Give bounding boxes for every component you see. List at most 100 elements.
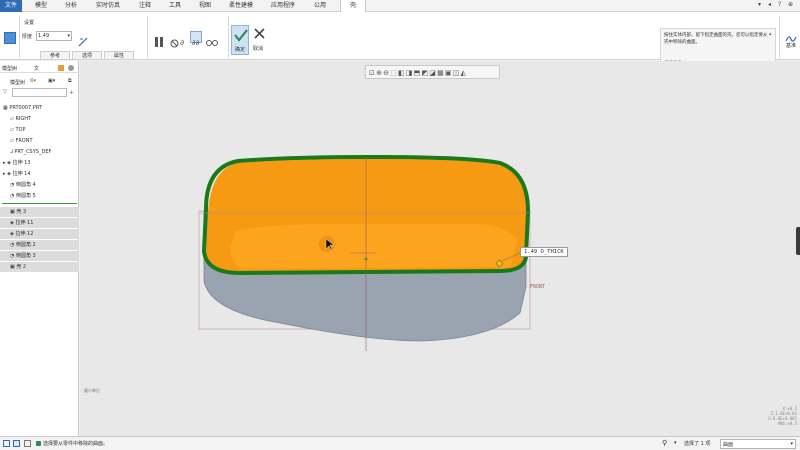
chevron-down-icon[interactable]: ▾ (67, 33, 70, 39)
tab-references[interactable]: 参考 (40, 51, 70, 60)
tree-item-round-3[interactable]: ◔ 倒圆角 3 (0, 251, 79, 261)
help-icon[interactable]: ? (778, 1, 781, 8)
chevron-down-icon[interactable]: ▾ (790, 441, 793, 447)
tree-item-label: 拉伸 13 (12, 160, 31, 166)
tree-item-label: 倒圆角 5 (15, 193, 36, 199)
chevron-right-icon[interactable]: ▸ (0, 171, 6, 177)
tab-options[interactable]: 选项 (72, 51, 102, 60)
menu-tab-shell[interactable]: 壳 (340, 0, 366, 12)
flip-direction-icon[interactable] (78, 32, 88, 51)
extrude-icon: ◈ (10, 220, 14, 226)
tree-filter-icon[interactable]: ▣▾ (48, 78, 55, 84)
menu-tab-flex-modeling[interactable]: 柔性建模 (225, 0, 257, 12)
shell-feature-icon (4, 32, 16, 44)
pause-icon[interactable] (154, 32, 164, 51)
tree-item-round-4[interactable]: ◔ 倒圆角 4 (0, 180, 79, 190)
tree-item-right[interactable]: ▱ RIGHT (0, 114, 79, 124)
tree-item-round-2[interactable]: ◔ 倒圆角 2 (0, 240, 79, 250)
selection-filter-dropdown[interactable]: 曲面 ▾ (720, 439, 796, 449)
side-panel-toggle[interactable] (796, 227, 800, 255)
no-preview-icon[interactable] (170, 33, 179, 52)
tree-item-label: 拉伸 12 (15, 231, 34, 237)
ribbon: 设置 厚度 1.49 ▾ 参考 选项 属性 ∂ ∂∂ 确定 取消 按住实体内部，… (0, 12, 800, 70)
message-status-icon (36, 441, 41, 446)
menu-tab-analysis[interactable]: 分析 (60, 0, 82, 12)
tree-header-label: 模型树 (10, 80, 26, 86)
plane-icon: ▱ (10, 138, 14, 144)
tree-item-label: PRT0007.PRT (9, 105, 43, 111)
filter-icon[interactable]: ▽ (3, 89, 7, 95)
menu-tab-live-sim[interactable]: 实时仿真 (92, 0, 124, 12)
tree-item-label: RIGHT (15, 116, 32, 122)
shell-floor-surface[interactable] (230, 224, 518, 269)
chevron-down-icon[interactable]: ▾ (674, 440, 677, 446)
tab-model-tree[interactable]: 模型树 (2, 65, 17, 72)
tree-item-shell-2[interactable]: ▣ 壳 2 (0, 262, 79, 272)
menu-tab-applications[interactable]: 应用程序 (266, 0, 300, 12)
panel-tabs: 模型树 文 (0, 64, 79, 73)
status-message: 选择要从零件中移除的曲面。 (43, 441, 109, 447)
tree-item-label: 倒圆角 2 (15, 242, 36, 248)
tree-item-label: 拉伸 11 (15, 220, 34, 226)
tree-item-extrude-13[interactable]: ▸ ◈ 拉伸 13 (0, 158, 79, 168)
help-message: 按住实体内部，留下指定曲面的壳。您可以指定要从壳中移除的曲面。 (664, 33, 768, 45)
menu-tab-model[interactable]: 模型 (30, 0, 52, 12)
tree-item-round-5[interactable]: ◔ 倒圆角 5 (0, 191, 79, 201)
datum-label[interactable]: 基准 (786, 42, 796, 49)
notification-icon[interactable]: ◂ (768, 1, 771, 8)
tree-item-shell-3[interactable]: ▣ 壳 3 (0, 207, 79, 217)
svg-text:∂∂: ∂∂ (192, 39, 200, 47)
tree-item-extrude-14[interactable]: ▸ ◈ 拉伸 14 (0, 169, 79, 179)
menu-tab-tools[interactable]: 工具 (164, 0, 186, 12)
tree-item-csys[interactable]: ⅃ PRT_CSYS_DEF (0, 147, 79, 157)
settings-group-label: 设置 (24, 20, 35, 26)
pin-icon[interactable]: ▴ (769, 31, 772, 37)
front-plane-label[interactable]: FRONT (530, 284, 545, 290)
model-tree-panel: 模型树 文 模型树 𝔊▾ ▣▾ ⧉ ▽ ＋ ▦ PRT0007.PRT ▱ RI… (0, 61, 79, 436)
datum-point[interactable] (364, 257, 368, 261)
menu-tab-file[interactable]: 文件 (0, 0, 22, 12)
tree-item-label: 拉伸 14 (12, 171, 31, 177)
tab-properties[interactable]: 属性 (104, 51, 134, 60)
tree-item-part[interactable]: ▦ PRT0007.PRT (0, 103, 79, 113)
tree-item-top[interactable]: ▱ TOP (0, 125, 79, 135)
csys-icon: ⅃ (10, 149, 13, 155)
insert-indicator[interactable] (2, 203, 77, 204)
round-icon: ◔ (10, 253, 15, 259)
menu-bar: 文件 模型 分析 实时仿真 注释 工具 视图 柔性建模 应用程序 公用 壳 ▾ … (0, 0, 800, 12)
menu-tab-view[interactable]: 视图 (194, 0, 216, 12)
tree-columns-icon[interactable]: ⧉ (68, 78, 72, 84)
layers-icon[interactable] (58, 65, 64, 71)
fullscreen-icon[interactable] (24, 440, 31, 447)
app-window: 文件 模型 分析 实时仿真 注释 工具 视图 柔性建模 应用程序 公用 壳 ▾ … (0, 0, 800, 450)
menu-tab-utilities[interactable]: 公用 (308, 0, 332, 12)
favorites-icon[interactable] (68, 65, 74, 71)
tree-item-extrude-11[interactable]: ◈ 拉伸 11 (0, 218, 79, 228)
tree-item-extrude-12[interactable]: ◈ 拉伸 12 (0, 229, 79, 239)
tree-settings-icon[interactable]: 𝔊▾ (30, 78, 36, 84)
preview-icon[interactable]: ∂ (180, 32, 190, 51)
browser-toggle-icon[interactable] (13, 440, 20, 447)
plane-icon: ▱ (10, 127, 14, 133)
confirm-button[interactable]: 确定 (231, 25, 249, 55)
cancel-button[interactable]: 取消 (252, 25, 268, 55)
tree-search-input[interactable] (12, 88, 67, 97)
tree-item-front[interactable]: ▱ FRONT (0, 136, 79, 146)
verify-mode-icon[interactable]: ∂∂ (190, 31, 202, 47)
graphics-window[interactable]: ⊡⊕⊖⬚◧◨⬒◩◪▦▣◫◭ 1.49 O_THICK FRONT 最小单位 X:… (80, 61, 800, 436)
tab-files[interactable]: 文 (34, 65, 39, 72)
thickness-dimension-label[interactable]: 1.49 O_THICK (520, 247, 568, 257)
svg-text:∂: ∂ (180, 38, 184, 47)
thickness-input[interactable]: 1.49 ▾ (36, 31, 72, 41)
settings-icon[interactable]: ⊕ (788, 1, 793, 8)
model-tree-toggle-icon[interactable] (3, 440, 10, 447)
binoculars-icon[interactable]: ⚲ (662, 439, 667, 447)
thickness-label: 厚度 (22, 34, 33, 40)
glasses-icon[interactable] (206, 32, 218, 51)
menu-tab-annotate[interactable]: 注释 (134, 0, 156, 12)
chevron-right-icon[interactable]: ▸ (0, 160, 6, 166)
add-icon[interactable]: ＋ (69, 89, 74, 96)
model-view[interactable] (80, 61, 800, 436)
tree-item-label: 壳 2 (16, 264, 27, 270)
minimize-ribbon-icon[interactable]: ▾ (758, 1, 761, 8)
